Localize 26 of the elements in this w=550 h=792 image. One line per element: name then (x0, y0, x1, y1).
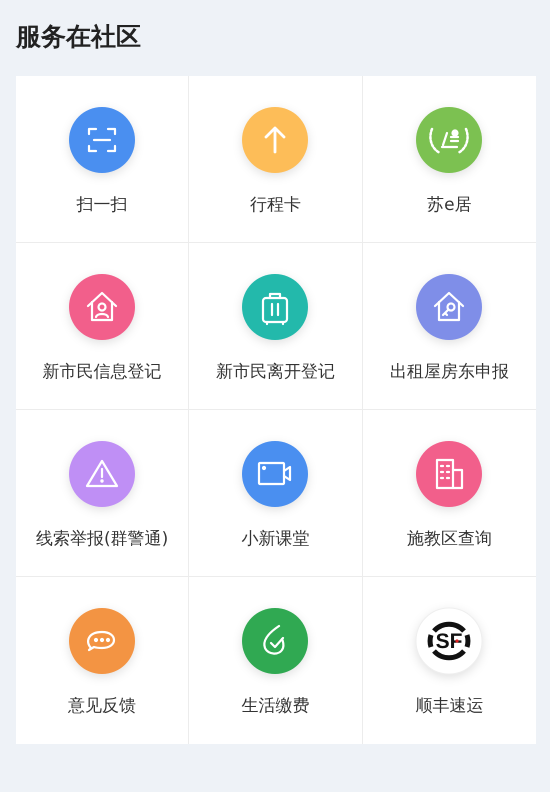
service-label: 新市民信息登记 (42, 361, 162, 383)
service-tile[interactable]: 新市民信息登记 (16, 243, 190, 410)
service-tile[interactable]: SF 顺丰速运 (362, 577, 536, 744)
service-label: 意见反馈 (68, 695, 136, 717)
courier-logo-icon: SF (416, 608, 482, 674)
service-tile[interactable]: 意见反馈 (16, 577, 190, 744)
service-label: 行程卡 (250, 194, 301, 216)
service-label: 生活缴费 (241, 695, 310, 717)
service-label: 施教区查询 (406, 528, 492, 550)
service-label: 扫一扫 (76, 194, 128, 216)
service-tile[interactable]: 扫一扫 (16, 76, 190, 243)
service-tile[interactable]: 生活缴费 (189, 577, 363, 744)
service-tile[interactable]: 苏e居 (362, 76, 536, 243)
service-tile[interactable]: 出租屋房东申报 (362, 243, 536, 410)
service-tile[interactable]: 新市民离开登记 (189, 243, 363, 410)
service-label: 顺丰速运 (415, 695, 484, 717)
service-tile[interactable]: 小新课堂 (189, 410, 363, 577)
service-label: 苏e居 (427, 194, 472, 216)
service-tile[interactable]: 施教区查询 (362, 410, 536, 577)
service-label: 小新课堂 (241, 528, 310, 550)
service-tile[interactable]: 行程卡 (189, 76, 363, 243)
section-title: 服务在社区 (16, 21, 142, 53)
service-label: 新市民离开登记 (216, 361, 335, 383)
service-label: 出租屋房东申报 (390, 361, 509, 383)
service-label: 线索举报(群警通) (36, 528, 168, 550)
service-tile[interactable]: 线索举报(群警通) (16, 410, 190, 577)
